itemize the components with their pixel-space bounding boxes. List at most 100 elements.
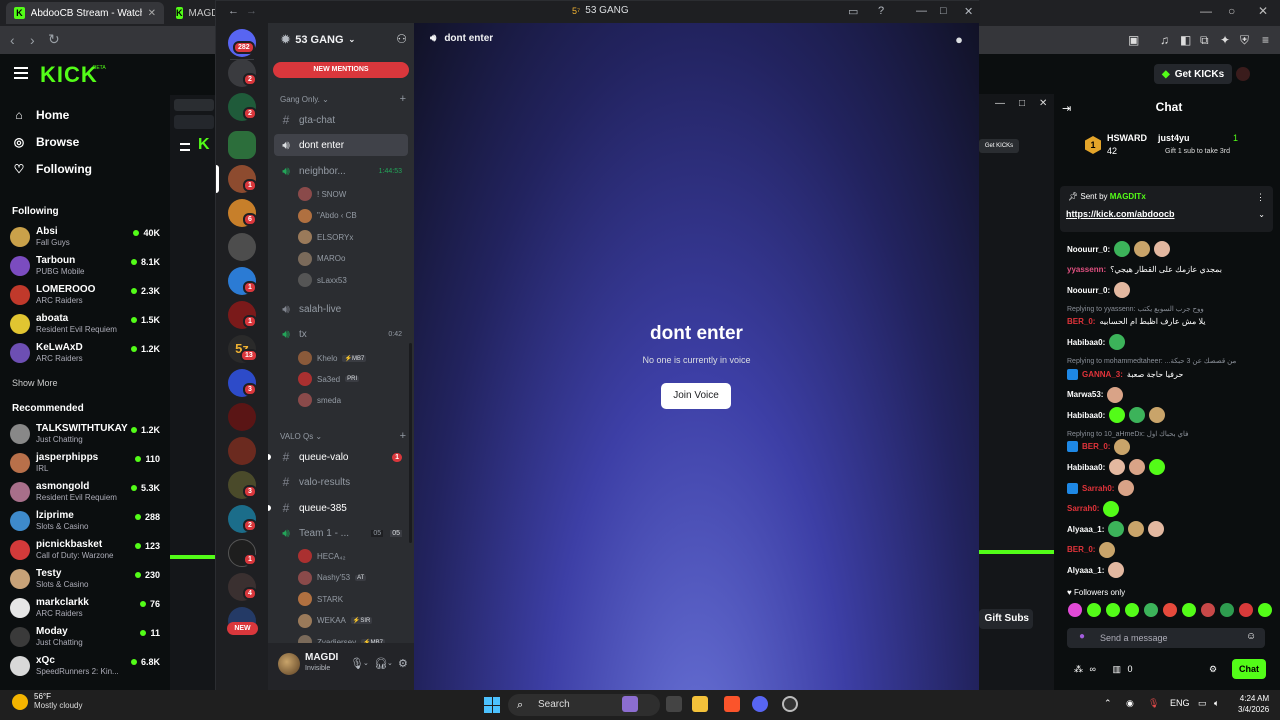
server-icon-53-gang[interactable]	[228, 131, 256, 159]
channel-row[interactable]: jasperphipps IRL 110	[10, 450, 160, 478]
inbox-icon[interactable]: ▭	[848, 5, 858, 18]
voice-user[interactable]: ! SNOW	[298, 185, 406, 203]
minimize-icon[interactable]: —	[916, 5, 927, 17]
close-window-icon[interactable]: ✕	[964, 5, 973, 18]
file-explorer-icon[interactable]	[692, 696, 708, 712]
chat-username[interactable]: Alyaaa_1:	[1067, 525, 1104, 534]
infinity-icon[interactable]: ∞	[1090, 664, 1096, 674]
language-indicator[interactable]: ENG	[1170, 698, 1190, 708]
voice-user[interactable]: Khelo ⚡MB7	[298, 349, 406, 367]
chat-username[interactable]: Alyaaa_1:	[1067, 566, 1104, 575]
chat-message[interactable]: Sarrah0:	[1067, 500, 1120, 518]
chat-message[interactable]: Alyaaa_1:	[1067, 561, 1125, 579]
channel-queue-385[interactable]: # queue-385	[274, 497, 408, 519]
server-icon[interactable]	[228, 233, 256, 261]
task-view-icon[interactable]	[666, 696, 682, 712]
brave-browser-icon[interactable]	[724, 696, 740, 712]
network-icon[interactable]: ▭	[1198, 698, 1207, 709]
chat-message[interactable]: BER_0:	[1067, 438, 1131, 456]
profile-avatar[interactable]	[1236, 67, 1250, 81]
chat-message[interactable]: BER_0:	[1067, 541, 1116, 559]
emoji-icon[interactable]: ☺	[1246, 631, 1256, 642]
chat-message[interactable]: Habibaa0:	[1067, 406, 1166, 424]
browser-tab-magd[interactable]: K MAGD	[168, 2, 219, 24]
close-window-icon[interactable]: ✕	[1258, 4, 1268, 18]
help-icon[interactable]: ?	[878, 5, 884, 17]
scrollbar[interactable]	[409, 343, 412, 543]
get-kicks-button[interactable]: ◆ Get KICKs	[1154, 64, 1233, 84]
widget-icon[interactable]	[622, 696, 638, 712]
pinned-link[interactable]: https://kick.com/abdoocb	[1066, 209, 1175, 219]
weather-widget[interactable]: 56°F Mostly cloudy	[12, 692, 82, 710]
shield-icon[interactable]: ⛨	[1240, 33, 1249, 48]
reload-icon[interactable]: ↻	[48, 31, 60, 48]
new-mentions-pill[interactable]: NEW MENTIONS	[273, 62, 409, 78]
nav-home[interactable]: ⌂ Home	[12, 108, 69, 122]
voice-user[interactable]: WEKAA ⚡SIR	[298, 612, 406, 630]
sidebar-icon[interactable]: ◧	[1180, 33, 1191, 47]
kicks-icon[interactable]: ⁂	[1074, 664, 1083, 674]
send-chat-button[interactable]: Chat	[1232, 659, 1266, 679]
channel-row[interactable]: xQc SpeedRunners 2: Kin... 6.8K	[10, 653, 160, 681]
chat-username[interactable]: BER_0:	[1067, 545, 1095, 554]
back-icon[interactable]: ‹	[10, 32, 15, 48]
chat-message[interactable]: yyassenn: بمجدي عازمك على القطار هيجي؟	[1067, 261, 1222, 279]
voice-user[interactable]: STARK	[298, 590, 406, 608]
screenshot-icon[interactable]: ▣	[1128, 33, 1139, 47]
invite-people-icon[interactable]: ⚇	[396, 32, 407, 46]
chat-username[interactable]: Noouurr_0:	[1067, 245, 1110, 254]
channel-row[interactable]: TALKSWITHTUKAY Just Chatting 1.2K	[10, 421, 160, 449]
channel-row[interactable]: Testy Slots & Casino 230	[10, 566, 160, 594]
channel-row[interactable]: Moday Just Chatting 11	[10, 624, 160, 652]
back-icon[interactable]: ←	[228, 5, 239, 17]
menu-icon[interactable]	[14, 67, 28, 79]
gift-icon[interactable]: ▥	[1112, 664, 1121, 674]
add-channel-icon[interactable]: +	[400, 430, 406, 442]
chevron-down-icon[interactable]: ⌄	[1258, 210, 1265, 219]
channel-row[interactable]: aboata Resident Evil Requiem 1.5K	[10, 311, 160, 339]
discord-taskbar-icon[interactable]	[752, 696, 768, 712]
server-icon[interactable]	[228, 403, 256, 431]
voice-user[interactable]: sLaxx53	[298, 271, 406, 289]
voice-user[interactable]: "Abdo ‹ CB	[298, 207, 406, 225]
chat-username[interactable]: BER_0:	[1082, 442, 1110, 451]
music-icon[interactable]: ♫	[1160, 33, 1169, 47]
settings-icon[interactable]: ⚙	[1209, 664, 1217, 674]
channel-row[interactable]: LOMEROOO ARC Raiders 2.3K	[10, 282, 160, 310]
close-tab-icon[interactable]: ✕	[148, 8, 156, 19]
channel-valo-results[interactable]: # valo-results	[274, 471, 408, 493]
chat-username[interactable]: BER_0:	[1067, 317, 1095, 326]
chevron-up-icon[interactable]: ⌃	[1104, 698, 1112, 709]
channel-queue-valo[interactable]: # queue-valo 1	[274, 446, 408, 468]
chat-username[interactable]: Noouurr_0:	[1067, 286, 1110, 295]
microphone-icon[interactable]: 🎙︎	[350, 657, 364, 670]
forward-icon[interactable]: ›	[30, 32, 35, 48]
browser-tab-kick-stream[interactable]: K AbdooCB Stream - Watch Live on Ki ✕	[6, 2, 164, 24]
maximize-icon[interactable]: □	[940, 5, 947, 17]
emote-icon[interactable]	[1239, 603, 1253, 617]
nav-following[interactable]: ♡ Following	[12, 162, 92, 176]
voice-user[interactable]: MAROo	[298, 250, 406, 268]
chevron-down-icon[interactable]: ⌄	[387, 659, 393, 667]
chat-username[interactable]: Marwa53:	[1067, 390, 1103, 399]
chat-input[interactable]: Send a message	[1067, 628, 1265, 648]
new-unreads-pill[interactable]: NEW	[227, 622, 258, 635]
emote-icon[interactable]	[1125, 603, 1139, 617]
voice-user[interactable]: Sa3ed PRI	[298, 370, 406, 388]
clock[interactable]: 4:24 AM 3/4/2026	[1238, 693, 1269, 715]
avatar[interactable]	[278, 653, 300, 675]
channel-row[interactable]: lziprime Slots & Casino 288	[10, 508, 160, 536]
channel-row[interactable]: Tarboun PUBG Mobile 8.1K	[10, 253, 160, 281]
channel-tx[interactable]: 🔊︎ tx 0:42	[274, 323, 408, 345]
volume-icon[interactable]: 🔈︎	[1214, 698, 1219, 709]
emote-icon[interactable]	[1163, 603, 1177, 617]
emote-icon[interactable]	[1258, 603, 1272, 617]
extensions-icon[interactable]: ⧉	[1200, 33, 1209, 48]
ai-icon[interactable]: ✦	[1220, 33, 1230, 47]
emote-icon[interactable]	[1182, 603, 1196, 617]
settings-icon[interactable]: ⚙	[398, 657, 408, 670]
channel-neighbor[interactable]: 🔊︎ neighbor... 1:44:53	[274, 160, 408, 182]
channel-dont-enter[interactable]: 🔊︎ dont enter	[274, 134, 408, 156]
kick-logo[interactable]: KICK	[40, 62, 98, 88]
channel-team-1[interactable]: 🔊︎ Team 1 - ... 05 05	[274, 522, 408, 544]
